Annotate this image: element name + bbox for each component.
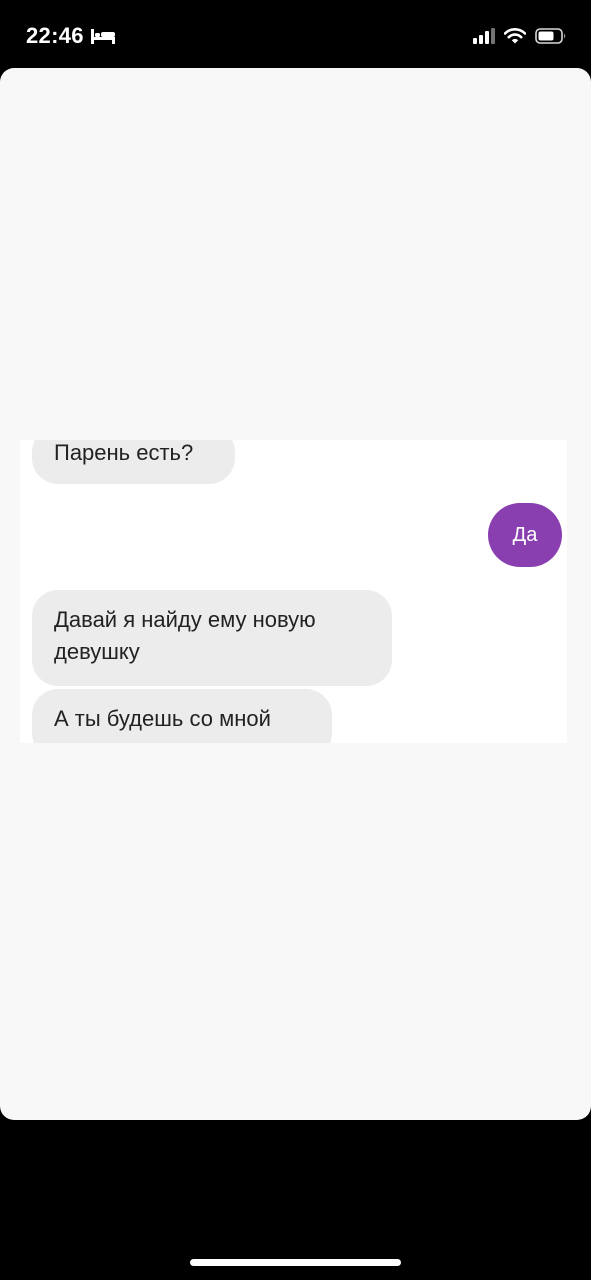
time-group: 22:46: [26, 22, 116, 50]
incoming-message-bubble: Давай я найду ему новую девушку: [32, 590, 392, 686]
chat-screenshot-image: Парень есть? Да Давай я найду ему новую …: [20, 440, 567, 743]
bed-icon: [90, 29, 115, 44]
status-bar: 22:46: [0, 0, 591, 68]
incoming-message-bubble: А ты будешь со мной: [32, 689, 332, 743]
outgoing-message-bubble: Да: [488, 503, 562, 567]
message-text: Парень есть?: [54, 440, 194, 465]
message-text: Давай я найду ему новую девушку: [54, 607, 316, 664]
message-text: А ты будешь со мной: [54, 706, 271, 731]
cellular-signal-icon: [473, 28, 495, 44]
home-indicator[interactable]: [190, 1259, 401, 1266]
wifi-icon: [504, 28, 526, 44]
battery-icon: [535, 28, 566, 44]
incoming-message-bubble: Парень есть?: [32, 440, 235, 484]
message-text: Да: [512, 524, 538, 546]
clock-time: 22:46: [26, 23, 84, 48]
status-icons: [473, 24, 567, 48]
